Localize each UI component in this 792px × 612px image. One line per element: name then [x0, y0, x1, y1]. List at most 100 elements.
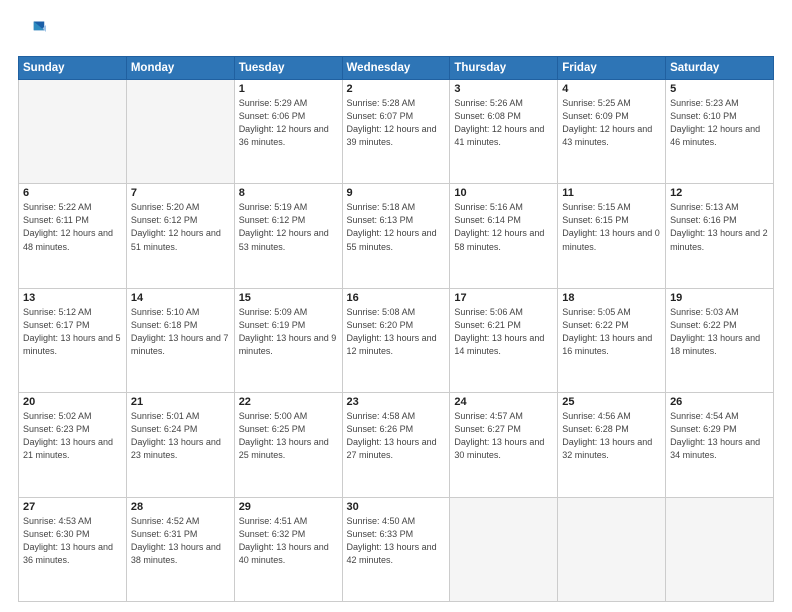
day-info: Sunrise: 4:53 AM Sunset: 6:30 PM Dayligh…	[23, 515, 122, 567]
day-cell: 23 Sunrise: 4:58 AM Sunset: 6:26 PM Dayli…	[342, 393, 450, 497]
day-info: Sunrise: 4:57 AM Sunset: 6:27 PM Dayligh…	[454, 410, 553, 462]
day-cell: 10Sunrise: 5:16 AM Sunset: 6:14 PM Dayli…	[450, 184, 558, 288]
day-cell: 6 Sunrise: 5:22 AM Sunset: 6:11 PM Daylig…	[19, 184, 127, 288]
day-info: Sunrise: 5:15 AM Sunset: 6:15 PM Dayligh…	[562, 201, 661, 253]
weekday-header-saturday: Saturday	[666, 57, 774, 80]
day-number: 24	[454, 396, 553, 408]
day-cell: 30 Sunrise: 4:50 AM Sunset: 6:33 PM Dayli…	[342, 497, 450, 601]
day-info: Sunrise: 5:18 AM Sunset: 6:13 PM Dayligh…	[347, 201, 446, 253]
day-number: 1	[239, 83, 338, 95]
day-info: Sunrise: 5:23 AM Sunset: 6:10 PM Dayligh…	[670, 97, 769, 149]
day-number: 8	[239, 187, 338, 199]
day-cell: 27 Sunrise: 4:53 AM Sunset: 6:30 PM Dayli…	[19, 497, 127, 601]
day-info: Sunrise: 4:52 AM Sunset: 6:31 PM Dayligh…	[131, 515, 230, 567]
day-info: Sunrise: 4:54 AM Sunset: 6:29 PM Dayligh…	[670, 410, 769, 462]
day-cell: 1 Sunrise: 5:29 AM Sunset: 6:06 PM Daylig…	[234, 80, 342, 184]
day-cell: 9 Sunrise: 5:18 AM Sunset: 6:13 PM Daylig…	[342, 184, 450, 288]
day-cell: 20 Sunrise: 5:02 AM Sunset: 6:23 PM Dayli…	[19, 393, 127, 497]
day-info: Sunrise: 5:08 AM Sunset: 6:20 PM Dayligh…	[347, 306, 446, 358]
day-number: 26	[670, 396, 769, 408]
day-info: Sunrise: 5:01 AM Sunset: 6:24 PM Dayligh…	[131, 410, 230, 462]
day-number: 22	[239, 396, 338, 408]
weekday-header-row: SundayMondayTuesdayWednesdayThursdayFrid…	[19, 57, 774, 80]
day-number: 15	[239, 292, 338, 304]
day-number: 20	[23, 396, 122, 408]
page: SundayMondayTuesdayWednesdayThursdayFrid…	[0, 0, 792, 612]
day-number: 25	[562, 396, 661, 408]
day-number: 28	[131, 501, 230, 513]
weekday-header-monday: Monday	[126, 57, 234, 80]
day-cell: 24 Sunrise: 4:57 AM Sunset: 6:27 PM Dayli…	[450, 393, 558, 497]
day-info: Sunrise: 4:50 AM Sunset: 6:33 PM Dayligh…	[347, 515, 446, 567]
day-cell: 29 Sunrise: 4:51 AM Sunset: 6:32 PM Dayli…	[234, 497, 342, 601]
day-info: Sunrise: 5:16 AM Sunset: 6:14 PM Dayligh…	[454, 201, 553, 253]
day-info: Sunrise: 5:25 AM Sunset: 6:09 PM Dayligh…	[562, 97, 661, 149]
day-number: 11	[562, 187, 661, 199]
day-number: 4	[562, 83, 661, 95]
week-row-2: 6 Sunrise: 5:22 AM Sunset: 6:11 PM Daylig…	[19, 184, 774, 288]
day-cell: 11 Sunrise: 5:15 AM Sunset: 6:15 PM Dayli…	[558, 184, 666, 288]
day-number: 6	[23, 187, 122, 199]
weekday-header-friday: Friday	[558, 57, 666, 80]
calendar-table: SundayMondayTuesdayWednesdayThursdayFrid…	[18, 56, 774, 602]
day-info: Sunrise: 5:29 AM Sunset: 6:06 PM Dayligh…	[239, 97, 338, 149]
day-number: 27	[23, 501, 122, 513]
day-number: 19	[670, 292, 769, 304]
day-cell	[558, 497, 666, 601]
day-number: 9	[347, 187, 446, 199]
day-info: Sunrise: 5:05 AM Sunset: 6:22 PM Dayligh…	[562, 306, 661, 358]
day-cell: 18 Sunrise: 5:05 AM Sunset: 6:22 PM Dayli…	[558, 288, 666, 392]
day-info: Sunrise: 5:10 AM Sunset: 6:18 PM Dayligh…	[131, 306, 230, 358]
day-cell: 15 Sunrise: 5:09 AM Sunset: 6:19 PM Dayli…	[234, 288, 342, 392]
day-number: 29	[239, 501, 338, 513]
day-cell: 8Sunrise: 5:19 AM Sunset: 6:12 PM Daylig…	[234, 184, 342, 288]
day-number: 17	[454, 292, 553, 304]
day-cell	[19, 80, 127, 184]
day-number: 23	[347, 396, 446, 408]
week-row-1: 1 Sunrise: 5:29 AM Sunset: 6:06 PM Daylig…	[19, 80, 774, 184]
day-cell: 3Sunrise: 5:26 AM Sunset: 6:08 PM Daylig…	[450, 80, 558, 184]
day-cell	[126, 80, 234, 184]
day-info: Sunrise: 5:02 AM Sunset: 6:23 PM Dayligh…	[23, 410, 122, 462]
day-info: Sunrise: 5:22 AM Sunset: 6:11 PM Dayligh…	[23, 201, 122, 253]
day-cell: 2 Sunrise: 5:28 AM Sunset: 6:07 PM Daylig…	[342, 80, 450, 184]
day-number: 2	[347, 83, 446, 95]
day-info: Sunrise: 4:51 AM Sunset: 6:32 PM Dayligh…	[239, 515, 338, 567]
day-info: Sunrise: 4:56 AM Sunset: 6:28 PM Dayligh…	[562, 410, 661, 462]
day-cell: 26 Sunrise: 4:54 AM Sunset: 6:29 PM Dayli…	[666, 393, 774, 497]
week-row-3: 13Sunrise: 5:12 AM Sunset: 6:17 PM Dayli…	[19, 288, 774, 392]
day-cell: 25 Sunrise: 4:56 AM Sunset: 6:28 PM Dayli…	[558, 393, 666, 497]
day-cell: 5 Sunrise: 5:23 AM Sunset: 6:10 PM Daylig…	[666, 80, 774, 184]
day-cell: 16 Sunrise: 5:08 AM Sunset: 6:20 PM Dayli…	[342, 288, 450, 392]
day-number: 13	[23, 292, 122, 304]
day-cell: 4 Sunrise: 5:25 AM Sunset: 6:09 PM Daylig…	[558, 80, 666, 184]
day-number: 14	[131, 292, 230, 304]
week-row-4: 20 Sunrise: 5:02 AM Sunset: 6:23 PM Dayli…	[19, 393, 774, 497]
day-cell: 12Sunrise: 5:13 AM Sunset: 6:16 PM Dayli…	[666, 184, 774, 288]
day-number: 16	[347, 292, 446, 304]
day-number: 30	[347, 501, 446, 513]
weekday-header-wednesday: Wednesday	[342, 57, 450, 80]
day-info: Sunrise: 5:28 AM Sunset: 6:07 PM Dayligh…	[347, 97, 446, 149]
day-cell: 21 Sunrise: 5:01 AM Sunset: 6:24 PM Dayli…	[126, 393, 234, 497]
logo-icon	[18, 18, 46, 46]
day-info: Sunrise: 4:58 AM Sunset: 6:26 PM Dayligh…	[347, 410, 446, 462]
day-info: Sunrise: 5:26 AM Sunset: 6:08 PM Dayligh…	[454, 97, 553, 149]
week-row-5: 27 Sunrise: 4:53 AM Sunset: 6:30 PM Dayli…	[19, 497, 774, 601]
day-cell	[450, 497, 558, 601]
day-cell: 7 Sunrise: 5:20 AM Sunset: 6:12 PM Daylig…	[126, 184, 234, 288]
header	[18, 18, 774, 46]
day-number: 7	[131, 187, 230, 199]
day-cell	[666, 497, 774, 601]
day-number: 12	[670, 187, 769, 199]
day-number: 18	[562, 292, 661, 304]
day-info: Sunrise: 5:09 AM Sunset: 6:19 PM Dayligh…	[239, 306, 338, 358]
day-number: 5	[670, 83, 769, 95]
day-info: Sunrise: 5:20 AM Sunset: 6:12 PM Dayligh…	[131, 201, 230, 253]
weekday-header-sunday: Sunday	[19, 57, 127, 80]
day-cell: 19Sunrise: 5:03 AM Sunset: 6:22 PM Dayli…	[666, 288, 774, 392]
day-number: 21	[131, 396, 230, 408]
logo	[18, 18, 50, 46]
weekday-header-tuesday: Tuesday	[234, 57, 342, 80]
day-info: Sunrise: 5:06 AM Sunset: 6:21 PM Dayligh…	[454, 306, 553, 358]
